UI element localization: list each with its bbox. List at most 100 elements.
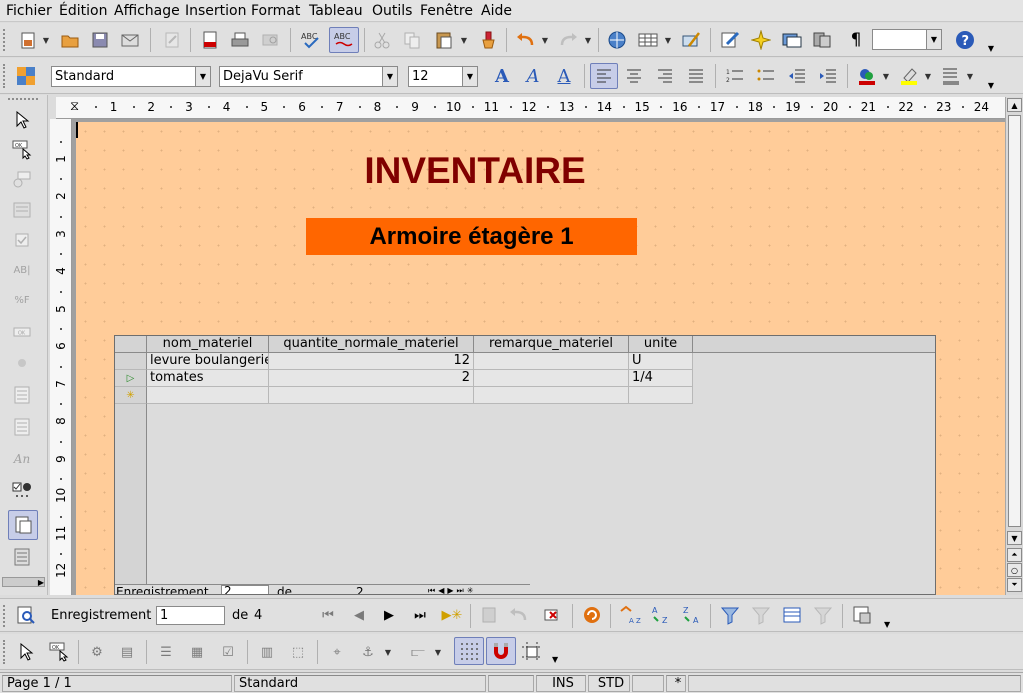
grid-nav-buttons-icon[interactable]: ⏮◀▶⏭✳ (428, 586, 476, 594)
font-name-combo[interactable]: DejaVu Serif ▼ (219, 66, 398, 87)
option-button-icon[interactable] (10, 351, 34, 375)
spellcheck-icon[interactable]: ABC (299, 28, 323, 52)
combo-box-icon[interactable] (10, 415, 34, 439)
font-color-icon[interactable] (855, 64, 879, 88)
scroll-up-icon[interactable]: ▲ (1007, 98, 1022, 112)
scrollbar-thumb[interactable] (1008, 115, 1021, 527)
decrease-indent-icon[interactable] (785, 64, 809, 88)
vertical-ruler[interactable]: 1 2 3 4 5 6 7 8 9 10 11 12 (50, 119, 72, 595)
export-pdf-icon[interactable] (198, 28, 222, 52)
list-box-icon[interactable] (10, 383, 34, 407)
table-cell-empty[interactable] (474, 387, 629, 404)
menu-affichage[interactable]: Affichage (112, 2, 182, 20)
paste-icon[interactable] (432, 28, 456, 52)
zoom-combo[interactable]: ▼ (872, 29, 942, 50)
first-record-icon[interactable]: ⏮ (316, 603, 340, 627)
control-properties-icon[interactable]: ⚙ (85, 640, 109, 664)
add-field-icon[interactable]: ▦ (185, 640, 209, 664)
find-record-icon[interactable] (14, 603, 38, 627)
toolbar-scroll-icon[interactable]: ▶ (2, 577, 45, 587)
anchor-icon[interactable]: ⚓ (356, 640, 380, 664)
page-count-status[interactable]: Page 1 / 1 (2, 675, 232, 692)
control-properties-icon[interactable] (10, 168, 34, 192)
select-pointer-icon[interactable] (10, 108, 34, 132)
table-control[interactable]: nom_materiel quantite_normale_materiel r… (114, 335, 936, 595)
background-color-dropdown-icon[interactable]: ▼ (966, 64, 974, 88)
menu-insertion[interactable]: Insertion (183, 2, 248, 20)
clone-formatting-icon[interactable] (476, 28, 500, 52)
menu-outils[interactable]: Outils (370, 2, 414, 20)
justify-icon[interactable] (684, 64, 708, 88)
reset-filter-icon[interactable] (811, 603, 835, 627)
background-color-icon[interactable] (939, 64, 963, 88)
toolbar-options-icon[interactable]: ▼ (987, 64, 995, 90)
helplines-while-moving-icon[interactable] (520, 640, 544, 664)
record-number-input[interactable]: 1 (156, 606, 225, 625)
chevron-down-icon[interactable]: ▼ (462, 67, 477, 86)
signature-status[interactable] (632, 675, 664, 692)
save-record-icon[interactable] (477, 603, 501, 627)
navigation-icon[interactable]: ○ (1007, 563, 1022, 577)
grid-record-input[interactable]: 2 (221, 585, 269, 594)
auto-spellcheck-icon[interactable]: ABC (329, 27, 359, 53)
font-size-combo[interactable]: 12 ▼ (408, 66, 478, 87)
snap-to-grid-icon[interactable] (486, 637, 516, 665)
horizontal-ruler[interactable]: ⧖ 1 2 3 4 5 6 7 8 9 10 11 12 13 14 15 16 17 18 19 20 21 22 23 2… (56, 97, 1006, 119)
scroll-down-icon[interactable]: ▼ (1007, 531, 1022, 545)
new-dropdown-icon[interactable]: ▼ (42, 28, 50, 52)
edit-file-icon[interactable] (160, 28, 184, 52)
menu-aide[interactable]: Aide (479, 2, 514, 20)
position-size-icon[interactable]: ⌖ (325, 640, 349, 664)
sort-icon[interactable]: A Z (618, 603, 642, 627)
open-icon[interactable] (58, 28, 82, 52)
print-icon[interactable] (228, 28, 252, 52)
undo-record-icon[interactable] (507, 603, 531, 627)
last-record-icon[interactable]: ⏭ (408, 603, 432, 627)
autofilter-icon[interactable] (718, 603, 742, 627)
underline-icon[interactable]: A (552, 64, 576, 88)
table-cell[interactable] (474, 370, 629, 387)
table-cell-empty[interactable] (629, 387, 693, 404)
table-cell[interactable]: 12 (269, 353, 474, 370)
toolbar-options-icon[interactable]: ▼ (552, 640, 560, 664)
navigator-icon[interactable] (749, 28, 773, 52)
align-left-icon[interactable] (590, 63, 618, 89)
row-header-current[interactable]: ▷ (115, 370, 147, 387)
paste-dropdown-icon[interactable]: ▼ (460, 28, 468, 52)
data-source-as-table-icon[interactable] (850, 603, 874, 627)
save-icon[interactable] (88, 28, 112, 52)
next-page-icon[interactable]: ⏷ (1007, 578, 1022, 592)
font-color-dropdown-icon[interactable]: ▼ (882, 64, 890, 88)
previous-record-icon[interactable]: ◀ (347, 603, 371, 627)
table-cell[interactable]: tomates (147, 370, 269, 387)
undo-dropdown-icon[interactable]: ▼ (541, 28, 549, 52)
form-properties-icon[interactable] (10, 198, 34, 222)
print-preview-icon[interactable] (258, 28, 282, 52)
anchor-dropdown-icon[interactable]: ▼ (384, 640, 392, 664)
sort-ascending-icon[interactable]: AZ (649, 603, 673, 627)
data-sources-icon[interactable] (810, 28, 834, 52)
alignment-dropdown-icon[interactable]: ▼ (434, 640, 442, 664)
toolbar-grip[interactable] (8, 98, 38, 100)
table-cell[interactable]: 1/4 (629, 370, 693, 387)
apply-filter-icon[interactable] (749, 603, 773, 627)
column-header[interactable]: unite (629, 336, 693, 353)
chevron-down-icon[interactable]: ▼ (926, 30, 941, 49)
label-field-icon[interactable]: An (10, 447, 34, 471)
toolbar-grip[interactable] (3, 64, 7, 88)
align-right-icon[interactable] (653, 64, 677, 88)
help-icon[interactable]: ? (953, 28, 977, 52)
wizards-icon[interactable] (10, 545, 34, 569)
page-style-status[interactable]: Standard (234, 675, 486, 692)
check-box-icon[interactable] (10, 228, 34, 252)
formatted-field-icon[interactable]: %F (10, 288, 34, 312)
alignment-icon[interactable]: ⫍ (406, 640, 430, 664)
design-mode-icon[interactable]: OK (47, 640, 71, 664)
table-cell[interactable]: U (629, 353, 693, 370)
cut-icon[interactable] (370, 28, 394, 52)
column-header[interactable]: remarque_materiel (474, 336, 629, 353)
vertical-scrollbar[interactable]: ▲ ▼ ⏶ ○ ⏷ (1005, 97, 1023, 595)
bold-icon[interactable]: A (490, 64, 514, 88)
redo-icon[interactable] (556, 28, 580, 52)
form-design-icon[interactable] (8, 510, 38, 540)
